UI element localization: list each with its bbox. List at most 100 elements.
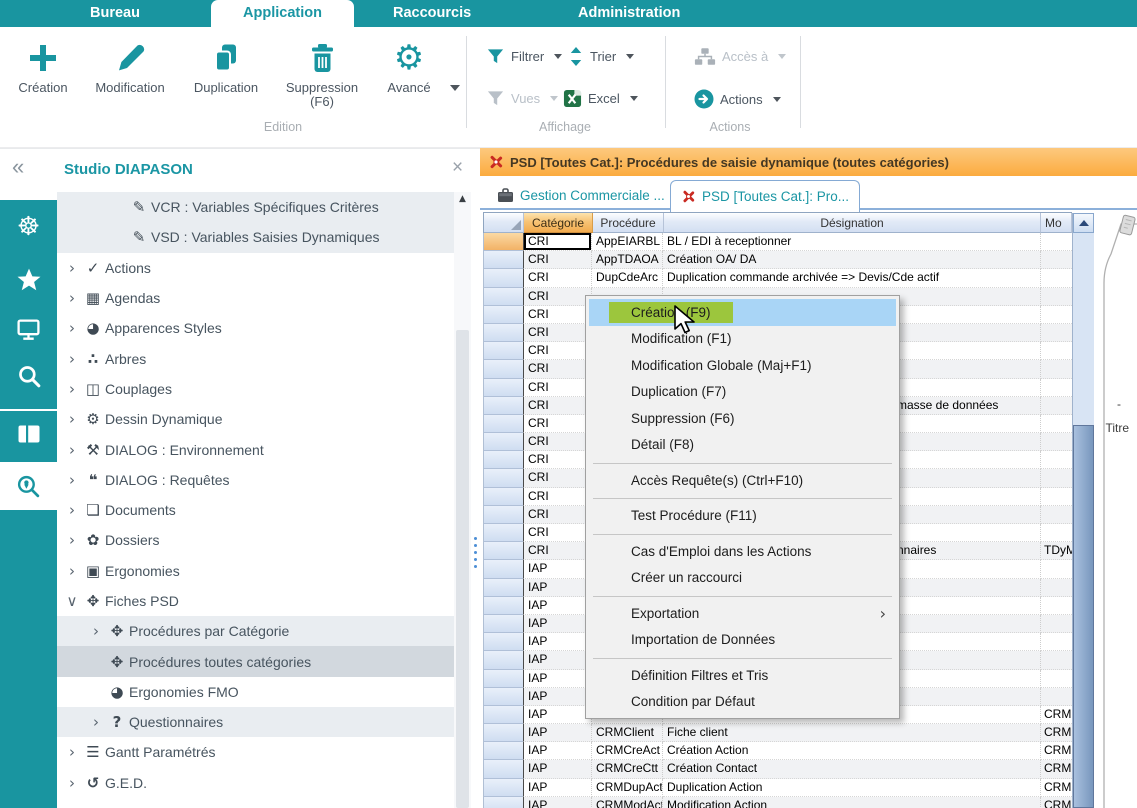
cell-categorie[interactable]: IAP [523,579,592,597]
context-menu-item[interactable]: Modification (F1) [586,326,899,353]
context-menu-item[interactable]: Condition par Défaut [586,689,899,716]
cell-categorie[interactable]: CRI [523,269,592,287]
cell-mo[interactable] [1041,233,1072,251]
tree-item[interactable]: › ? Questionnaires [57,707,454,737]
tree-item[interactable]: › ⚒ DIALOG : Environnement [57,434,454,464]
search-icon[interactable] [0,364,57,388]
cell-mo[interactable] [1041,615,1072,633]
avance-dropdown-caret[interactable] [450,85,460,91]
row-selector[interactable] [484,306,524,324]
chevron-icon[interactable]: › [63,319,81,337]
tab-gestion-commerciale[interactable]: Gestion Commerciale ... [487,180,675,210]
row-selector[interactable] [484,251,524,269]
row-selector[interactable] [484,415,524,433]
tree-item[interactable]: › ❝ DIALOG : Requêtes [57,465,454,495]
row-selector[interactable] [484,342,524,360]
row-selector[interactable] [484,397,524,415]
cell-designation[interactable]: Création OA/ DA [663,251,1041,269]
chevron-icon[interactable]: › [63,562,81,580]
chevron-icon[interactable]: › [63,774,81,792]
menu-tab-raccourcis[interactable]: Raccourcis [393,0,471,27]
cell-designation[interactable]: BL / EDI à receptionner [663,233,1041,251]
table-row[interactable]: CRI AppTDAOA Création OA/ DA [484,251,1072,269]
actions-button[interactable]: Actions [694,89,781,109]
wheel-icon[interactable]: ☸ [0,213,57,241]
cell-categorie[interactable]: CRI [523,415,592,433]
cell-categorie[interactable]: CRI [523,397,592,415]
table-row[interactable]: CRI AppEIARBL BL / EDI à receptionner [484,233,1072,251]
cell-designation[interactable]: Duplication Action [663,779,1041,797]
row-selector[interactable] [484,633,524,651]
cell-categorie[interactable]: CRI [523,360,592,378]
chevron-icon[interactable]: › [63,441,81,459]
cell-procedure[interactable]: DupCdeArc [592,269,663,287]
acces-a-button[interactable]: Accès à [694,47,786,66]
row-selector[interactable] [484,651,524,669]
cell-mo[interactable] [1041,397,1072,415]
row-selector[interactable] [484,506,524,524]
pane-splitter-handle[interactable] [474,537,477,568]
monitor-icon[interactable] [0,318,57,341]
cell-mo[interactable]: CRM C [1041,706,1072,724]
context-menu-item[interactable]: Création (F9) [589,299,896,326]
context-menu-item[interactable]: Test Procédure (F11) [586,503,899,530]
cell-mo[interactable] [1041,342,1072,360]
tree-item[interactable]: › ▦ Agendas [57,283,454,313]
cell-categorie[interactable]: IAP [523,706,592,724]
cell-mo[interactable]: CRM [1041,797,1072,808]
cell-mo[interactable] [1041,688,1072,706]
row-selector[interactable] [484,742,524,760]
row-selector[interactable] [484,451,524,469]
tree-item[interactable]: ✎ VCR : Variables Spécifiques Critères [57,192,454,222]
context-menu-item[interactable] [586,591,899,600]
row-selector[interactable] [484,760,524,778]
tree-item[interactable]: ✥ Procédures toutes catégories [57,646,454,676]
cell-procedure[interactable]: CRMClient [592,724,663,742]
cell-categorie[interactable]: IAP [523,724,592,742]
cell-designation[interactable]: Duplication commande archivée => Devis/C… [663,269,1041,287]
row-selector[interactable] [484,469,524,487]
chevron-icon[interactable]: › [87,622,105,640]
cell-mo[interactable] [1041,360,1072,378]
cell-categorie[interactable]: IAP [523,560,592,578]
cell-mo[interactable] [1041,451,1072,469]
row-selector[interactable] [484,524,524,542]
excel-button[interactable]: Excel [563,89,638,108]
tree-item[interactable]: › ∴ Arbres [57,343,454,373]
scroll-up-icon[interactable]: ▲ [454,194,471,204]
table-row[interactable]: IAP CRMCreAct Création Action CRM [484,742,1072,760]
chevron-icon[interactable]: › [63,743,81,761]
cell-categorie[interactable]: IAP [523,797,592,808]
table-row[interactable]: IAP CRMModAct Modification Action CRM [484,797,1072,808]
trier-button[interactable]: Trier [568,47,634,66]
cell-categorie[interactable]: CRI [523,306,592,324]
cell-categorie[interactable]: CRI [523,542,592,560]
row-selector[interactable] [484,433,524,451]
row-selector[interactable] [484,488,524,506]
cell-categorie[interactable]: IAP [523,760,592,778]
chevron-icon[interactable]: › [63,410,81,428]
cell-categorie[interactable]: CRI [523,324,592,342]
row-selector[interactable] [484,324,524,342]
row-selector[interactable] [484,379,524,397]
chevron-icon[interactable]: › [63,289,81,307]
row-selector[interactable] [484,797,524,808]
cell-categorie[interactable]: CRI [523,288,592,306]
locate-search-icon[interactable] [0,474,57,499]
creation-button[interactable]: Création [10,38,76,95]
table-scrollbar[interactable] [1072,213,1094,808]
context-menu-item[interactable]: Définition Filtres et Tris [586,662,899,689]
cell-categorie[interactable]: CRI [523,342,592,360]
row-selector[interactable] [484,360,524,378]
context-menu-item[interactable] [586,653,899,662]
cell-designation[interactable]: Modification Action [663,797,1041,808]
chevron-icon[interactable]: › [63,471,81,489]
cell-mo[interactable]: CRM [1041,760,1072,778]
context-menu-item[interactable]: Créer un raccourci [586,565,899,592]
tree-item[interactable]: › ✿ Dossiers [57,525,454,555]
cell-mo[interactable]: CRM [1041,779,1072,797]
cell-designation[interactable]: Création Contact [663,760,1041,778]
context-menu-item[interactable]: Suppression (F6) [586,405,899,432]
cell-mo[interactable] [1041,288,1072,306]
context-menu-item[interactable] [586,458,899,467]
